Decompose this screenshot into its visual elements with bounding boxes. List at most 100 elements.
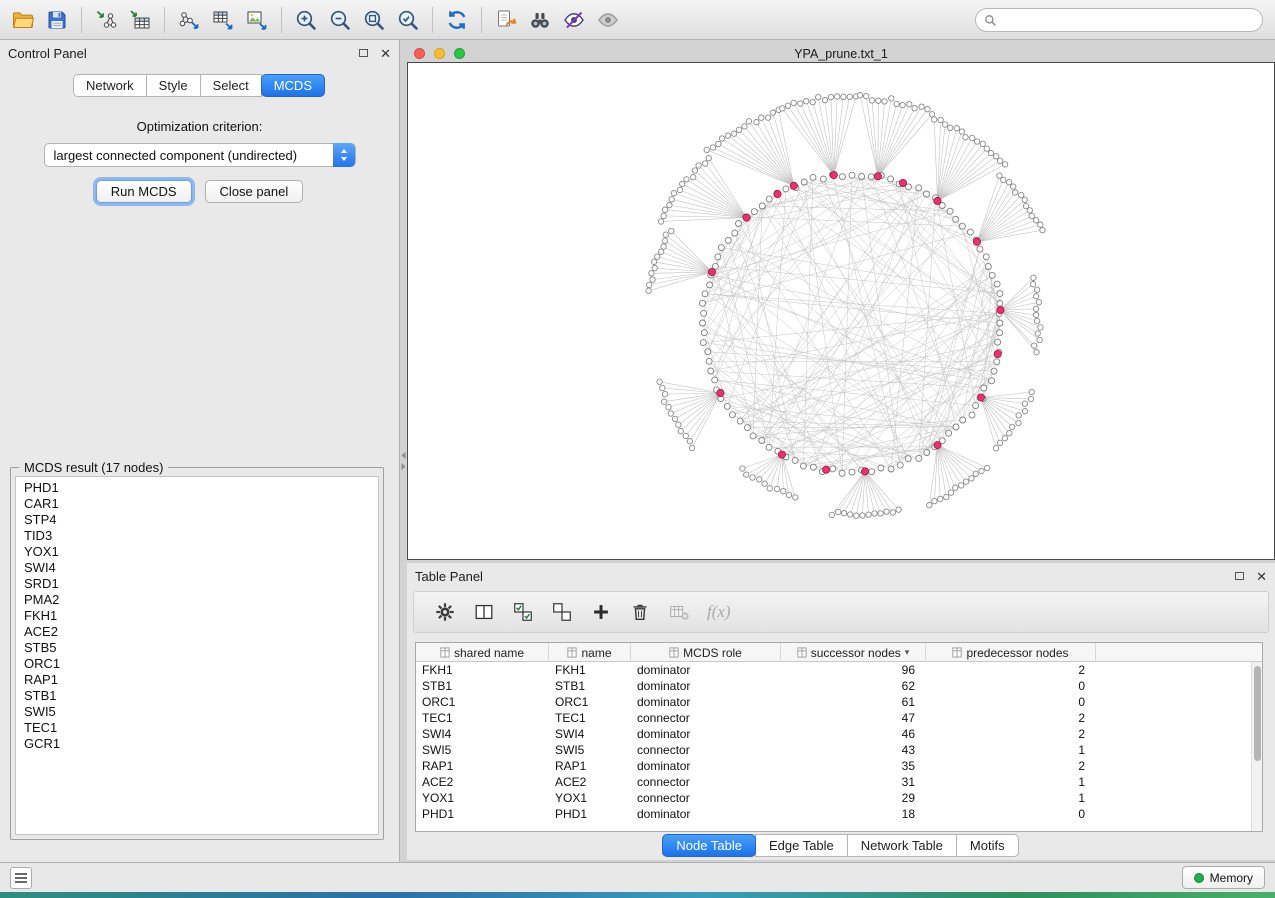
- search-field[interactable]: [975, 8, 1263, 32]
- table-tab-network-table[interactable]: Network Table: [847, 834, 957, 857]
- cell-MCDS-role[interactable]: dominator: [631, 678, 781, 694]
- mcds-result-item[interactable]: SWI5: [16, 704, 378, 720]
- cell-successor-nodes[interactable]: 31: [781, 774, 926, 790]
- cell-shared-name[interactable]: ORC1: [416, 694, 549, 710]
- cell-name[interactable]: ACE2: [549, 774, 631, 790]
- cell-MCDS-role[interactable]: connector: [631, 790, 781, 806]
- status-menu-button[interactable]: [10, 867, 32, 889]
- cell-predecessor-nodes[interactable]: 0: [926, 678, 1096, 694]
- cell-shared-name[interactable]: ACE2: [416, 774, 549, 790]
- mcds-result-item[interactable]: RAP1: [16, 672, 378, 688]
- cell-predecessor-nodes[interactable]: 2: [926, 726, 1096, 742]
- select-all-button[interactable]: [508, 597, 538, 627]
- table-row[interactable]: TEC1TEC1connector472: [416, 710, 1262, 726]
- close-panel-icon[interactable]: ✕: [380, 47, 391, 60]
- tab-style[interactable]: Style: [146, 74, 201, 97]
- import-table-button[interactable]: [123, 4, 157, 36]
- export-table-button[interactable]: [206, 4, 240, 36]
- mcds-result-item[interactable]: ORC1: [16, 656, 378, 672]
- zoom-out-button[interactable]: [323, 4, 357, 36]
- splitter-collapse-icon[interactable]: [400, 450, 407, 472]
- unselect-all-button[interactable]: [547, 597, 577, 627]
- cell-predecessor-nodes[interactable]: 1: [926, 742, 1096, 758]
- cell-successor-nodes[interactable]: 35: [781, 758, 926, 774]
- export-image-button[interactable]: [240, 4, 274, 36]
- cell-name[interactable]: SWI5: [549, 742, 631, 758]
- cell-name[interactable]: STB1: [549, 678, 631, 694]
- column-header-name[interactable]: name: [549, 643, 631, 662]
- cell-successor-nodes[interactable]: 62: [781, 678, 926, 694]
- cell-predecessor-nodes[interactable]: 2: [926, 662, 1096, 678]
- mcds-result-item[interactable]: PMA2: [16, 592, 378, 608]
- cell-predecessor-nodes[interactable]: 2: [926, 710, 1096, 726]
- mcds-result-item[interactable]: ACE2: [16, 624, 378, 640]
- cell-MCDS-role[interactable]: connector: [631, 742, 781, 758]
- table-tab-edge-table[interactable]: Edge Table: [755, 834, 848, 857]
- optimization-criterion-dropdown[interactable]: largest connected component (undirected): [44, 143, 356, 167]
- table-row[interactable]: ORC1ORC1dominator610: [416, 694, 1262, 710]
- cell-predecessor-nodes[interactable]: 1: [926, 790, 1096, 806]
- column-header-shared-name[interactable]: shared name: [416, 643, 549, 662]
- cell-predecessor-nodes[interactable]: 0: [926, 806, 1096, 822]
- cell-MCDS-role[interactable]: dominator: [631, 662, 781, 678]
- column-header-MCDS-role[interactable]: MCDS role: [631, 643, 781, 662]
- mcds-result-item[interactable]: YOX1: [16, 544, 378, 560]
- zoom-selected-button[interactable]: [391, 4, 425, 36]
- add-column-button[interactable]: [586, 597, 616, 627]
- table-row[interactable]: YOX1YOX1connector291: [416, 790, 1262, 806]
- cell-name[interactable]: ORC1: [549, 694, 631, 710]
- cell-successor-nodes[interactable]: 43: [781, 742, 926, 758]
- network-graph[interactable]: [408, 63, 1274, 559]
- cell-shared-name[interactable]: STB1: [416, 678, 549, 694]
- tab-mcds[interactable]: MCDS: [261, 74, 325, 97]
- export-network-button[interactable]: [172, 4, 206, 36]
- delete-table-button[interactable]: [664, 597, 694, 627]
- open-folder-button[interactable]: [6, 4, 40, 36]
- table-row[interactable]: RAP1RAP1dominator352: [416, 758, 1262, 774]
- tab-network[interactable]: Network: [73, 74, 147, 97]
- table-row[interactable]: SWI5SWI5connector431: [416, 742, 1262, 758]
- document-share-button[interactable]: [489, 4, 523, 36]
- mcds-result-item[interactable]: STB5: [16, 640, 378, 656]
- table-row[interactable]: PHD1PHD1dominator180: [416, 806, 1262, 822]
- mcds-result-item[interactable]: FKH1: [16, 608, 378, 624]
- cell-name[interactable]: YOX1: [549, 790, 631, 806]
- delete-column-button[interactable]: [625, 597, 655, 627]
- cell-successor-nodes[interactable]: 29: [781, 790, 926, 806]
- mcds-result-item[interactable]: CAR1: [16, 496, 378, 512]
- cell-predecessor-nodes[interactable]: 0: [926, 694, 1096, 710]
- cell-MCDS-role[interactable]: dominator: [631, 694, 781, 710]
- table-row[interactable]: FKH1FKH1dominator962: [416, 662, 1262, 678]
- table-tab-motifs[interactable]: Motifs: [956, 834, 1019, 857]
- cell-predecessor-nodes[interactable]: 2: [926, 758, 1096, 774]
- mcds-result-item[interactable]: SRD1: [16, 576, 378, 592]
- zoom-in-button[interactable]: [289, 4, 323, 36]
- mcds-result-list[interactable]: PHD1CAR1STP4TID3YOX1SWI4SRD1PMA2FKH1ACE2…: [15, 476, 379, 835]
- mcds-result-item[interactable]: GCR1: [16, 736, 378, 752]
- mcds-result-item[interactable]: TID3: [16, 528, 378, 544]
- float-panel-icon[interactable]: [359, 49, 368, 57]
- cell-shared-name[interactable]: SWI4: [416, 726, 549, 742]
- cell-shared-name[interactable]: PHD1: [416, 806, 549, 822]
- cell-shared-name[interactable]: TEC1: [416, 710, 549, 726]
- cell-MCDS-role[interactable]: dominator: [631, 758, 781, 774]
- table-row[interactable]: STB1STB1dominator620: [416, 678, 1262, 694]
- mcds-result-item[interactable]: STP4: [16, 512, 378, 528]
- table-row[interactable]: ACE2ACE2connector311: [416, 774, 1262, 790]
- scrollbar-thumb[interactable]: [1254, 666, 1261, 761]
- mcds-result-item[interactable]: PHD1: [16, 480, 378, 496]
- column-header-successor-nodes[interactable]: successor nodes▾: [781, 643, 926, 662]
- close-panel-button[interactable]: Close panel: [205, 180, 304, 203]
- cell-name[interactable]: TEC1: [549, 710, 631, 726]
- cell-name[interactable]: SWI4: [549, 726, 631, 742]
- cell-successor-nodes[interactable]: 96: [781, 662, 926, 678]
- refresh-button[interactable]: [440, 4, 474, 36]
- cell-name[interactable]: RAP1: [549, 758, 631, 774]
- hide-panel-button[interactable]: [557, 4, 591, 36]
- network-window-titlebar[interactable]: YPA_prune.txt_1: [407, 45, 1275, 62]
- function-builder-button[interactable]: f(x): [707, 602, 731, 622]
- cell-MCDS-role[interactable]: dominator: [631, 806, 781, 822]
- cell-shared-name[interactable]: SWI5: [416, 742, 549, 758]
- cell-shared-name[interactable]: RAP1: [416, 758, 549, 774]
- cell-predecessor-nodes[interactable]: 1: [926, 774, 1096, 790]
